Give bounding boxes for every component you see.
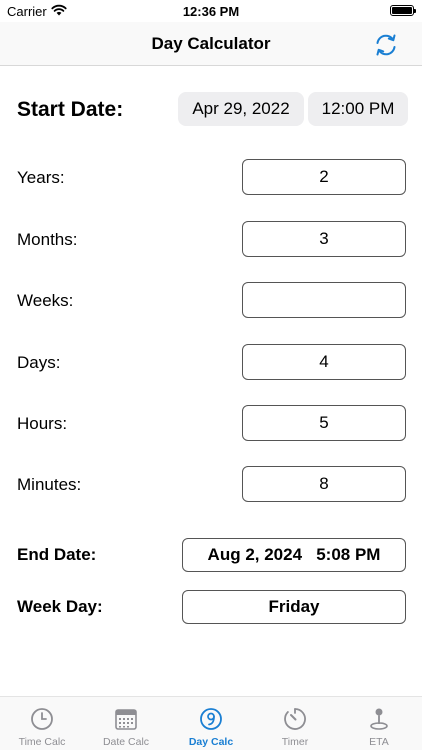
end-date-label: End Date: — [17, 545, 97, 564]
hours-row: Hours: 5 — [0, 405, 422, 441]
tab-timer[interactable]: Timer — [253, 697, 337, 750]
start-date-picker[interactable]: Apr 29, 2022 — [178, 92, 304, 126]
minutes-label: Minutes: — [17, 475, 82, 494]
week-day-row: Week Day: Friday — [0, 590, 422, 624]
tab-label: Day Calc — [188, 736, 234, 748]
years-input[interactable]: 2 — [242, 159, 406, 195]
weeks-row: Weeks: — [0, 282, 422, 318]
status-time: 12:36 PM — [182, 4, 240, 19]
refresh-icon[interactable] — [372, 31, 400, 59]
number-nine-circle-icon — [200, 708, 222, 730]
months-row: Months: 3 — [0, 221, 422, 257]
start-date-row: Start Date: Apr 29, 2022 12:00 PM — [0, 90, 422, 128]
weeks-input[interactable] — [242, 282, 406, 318]
week-day-value: Friday — [182, 590, 406, 624]
tab-date-calc[interactable]: Date Calc — [84, 697, 168, 750]
hours-label: Hours: — [17, 414, 68, 433]
hours-input[interactable]: 5 — [242, 405, 406, 441]
end-date-value: Aug 2, 2024 5:08 PM — [182, 538, 406, 572]
joystick-pin-icon — [370, 708, 388, 730]
days-label: Days: — [17, 353, 61, 372]
weeks-label: Weeks: — [17, 291, 74, 310]
page-title: Day Calculator — [151, 34, 271, 53]
tab-label: ETA — [369, 736, 389, 748]
days-input[interactable]: 4 — [242, 344, 406, 380]
navigation-bar: Day Calculator — [0, 22, 422, 66]
tab-eta[interactable]: ETA — [337, 697, 421, 750]
week-day-label: Week Day: — [17, 597, 103, 616]
tab-label: Timer — [281, 736, 309, 748]
end-date-row: End Date: Aug 2, 2024 5:08 PM — [0, 538, 422, 572]
tab-day-calc[interactable]: Day Calc — [169, 697, 253, 750]
status-bar: Carrier 12:36 PM — [0, 0, 422, 22]
minutes-input[interactable]: 8 — [242, 466, 406, 502]
tab-bar: Time Calc Date Calc Day Calc Timer ETA — [0, 696, 422, 750]
start-time-picker[interactable]: 12:00 PM — [308, 92, 408, 126]
timer-icon — [284, 708, 306, 730]
months-input[interactable]: 3 — [242, 221, 406, 257]
days-row: Days: 4 — [0, 344, 422, 380]
minutes-row: Minutes: 8 — [0, 466, 422, 502]
battery-icon — [390, 5, 416, 16]
tab-label: Date Calc — [102, 736, 150, 748]
months-label: Months: — [17, 230, 78, 249]
tab-label: Time Calc — [18, 736, 66, 748]
tab-time-calc[interactable]: Time Calc — [0, 697, 84, 750]
years-row: Years: 2 — [0, 159, 422, 195]
start-date-label: Start Date: — [17, 98, 124, 121]
clock-icon — [31, 708, 53, 730]
years-label: Years: — [17, 168, 65, 187]
calendar-icon — [115, 709, 137, 730]
